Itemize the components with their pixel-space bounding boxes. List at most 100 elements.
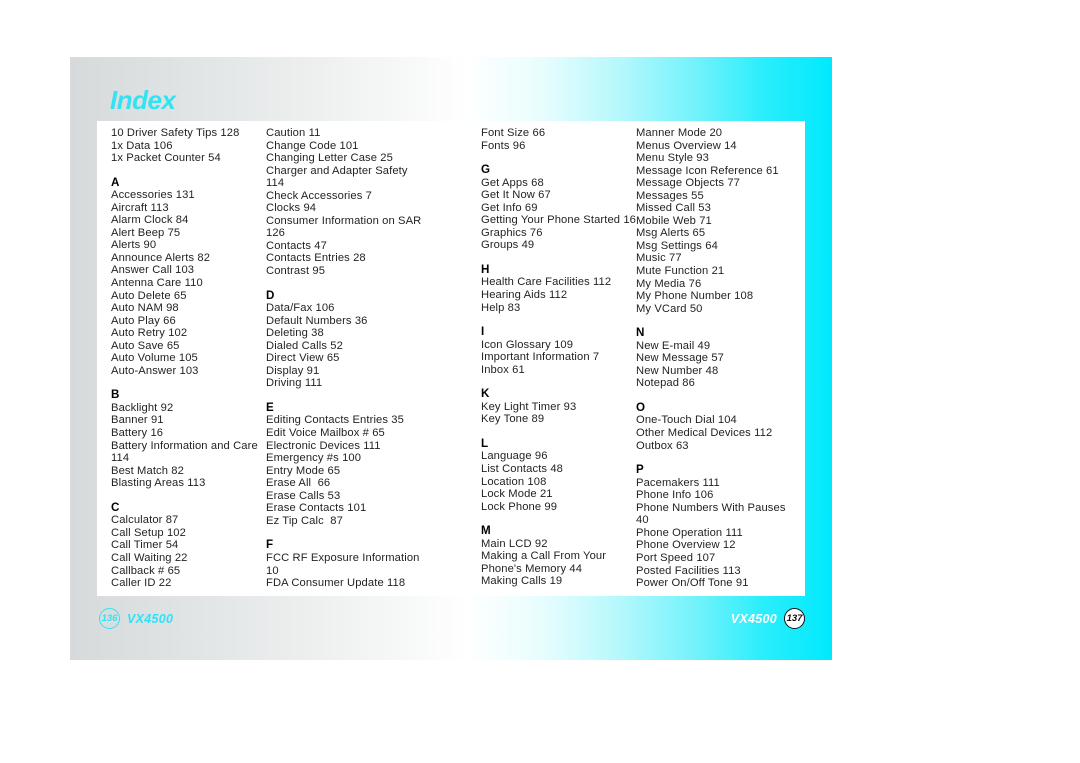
index-entry: Fonts 96	[481, 139, 526, 152]
column-2: Caution 11 Change Code 101 Changing Letter…	[266, 127, 481, 592]
index-entry: Message Icon Reference 61	[636, 164, 779, 177]
footer-right-page: VX4500 137	[731, 608, 805, 629]
index-entry: Lock Mode 21	[481, 488, 553, 501]
index-entry: Auto Delete 65	[111, 289, 187, 302]
index-entry: Change Code 101	[266, 139, 359, 152]
index-entry: Auto NAM 98	[111, 302, 179, 315]
letter-heading-k: K	[481, 387, 490, 401]
index-entry: Making a Call From Your	[481, 550, 607, 563]
index-entry: Phone's Memory 44	[481, 562, 583, 575]
index-entry: Alert Beep 75	[111, 226, 181, 239]
index-entry: Call Setup 102	[111, 526, 186, 539]
index-entry: FDA Consumer Update 118	[266, 577, 406, 590]
index-entry: Phone Overview 12	[636, 539, 736, 552]
index-entry: Changing Letter Case 25	[266, 152, 393, 165]
letter-heading-l: L	[481, 436, 489, 450]
index-entry: Default Numbers 36	[266, 314, 368, 327]
index-entry: Notepad 86	[636, 377, 695, 390]
index-entry: Outbox 63	[636, 439, 689, 452]
index-entry: My Media 76	[636, 277, 702, 290]
index-columns: 10 Driver Safety Tips 128 1x Data 106 1x P…	[111, 127, 801, 592]
index-entry: Graphics 76	[481, 226, 543, 239]
column-3: Font Size 66 Fonts 96 G Get Apps 68 Get It N…	[481, 127, 636, 592]
index-entry: Backlight 92	[111, 401, 174, 414]
index-entry: Inbox 61	[481, 363, 525, 376]
index-entry: Callback # 65	[111, 564, 181, 577]
letter-heading-a: A	[111, 175, 120, 189]
letter-heading-n: N	[636, 326, 645, 340]
column-4: Manner Mode 20 Menus Overview 14 Menu Styl…	[636, 127, 801, 592]
index-entry: Alerts 90	[111, 239, 157, 252]
index-entry: 10 Driver Safety Tips 128	[111, 127, 240, 139]
letter-heading-i: I	[481, 325, 485, 339]
index-entry: Call Waiting 22	[111, 551, 188, 564]
index-entry: Battery 16	[111, 427, 164, 440]
index-entry: Auto Volume 105	[111, 352, 198, 365]
index-entry: Pacemakers 111	[636, 476, 720, 489]
index-entry: Message Objects 77	[636, 177, 740, 190]
index-entry: Antenna Care 110	[111, 277, 203, 290]
index-entry: Emergency #s 100	[266, 452, 362, 465]
letter-heading-h: H	[481, 262, 490, 276]
index-entry: My Phone Number 108	[636, 290, 754, 303]
index-entry: Important Information 7	[481, 351, 600, 364]
index-entry: Caller ID 22	[111, 577, 172, 590]
index-entry: Erase All 66	[266, 477, 331, 490]
index-entry: Main LCD 92	[481, 537, 548, 550]
index-entry: Calculator 87	[111, 514, 179, 527]
index-entry: Consumer Information on SAR	[266, 214, 422, 227]
index-entry: Mute Function 21	[636, 265, 725, 278]
index-entry: List Contacts 48	[481, 463, 564, 476]
footer-left-page: 136 VX4500	[99, 608, 173, 629]
index-entry: Language 96	[481, 450, 548, 463]
index-entry: Menus Overview 14	[636, 139, 737, 152]
index-entry: Edit Voice Mailbox # 65	[266, 427, 385, 440]
index-entry: Contacts Entries 28	[266, 252, 366, 265]
letter-heading-b: B	[111, 388, 120, 402]
index-entry: FCC RF Exposure Information	[266, 551, 420, 564]
index-entry: 1x Packet Counter 54	[111, 152, 221, 165]
index-entry: Clocks 94	[266, 202, 317, 215]
index-entry: Blasting Areas 113	[111, 477, 206, 490]
index-entry: New Number 48	[636, 364, 719, 377]
manual-page-spread: Index 10 Driver Safety Tips 128 1x Data 1…	[70, 57, 832, 660]
index-entry: Erase Calls 53	[266, 489, 341, 502]
model-name-left: VX4500	[127, 611, 174, 626]
index-entry: Messages 55	[636, 189, 704, 202]
index-entry: Menu Style 93	[636, 152, 709, 165]
index-entry: Get Apps 68	[481, 176, 544, 189]
index-entry: New Message 57	[636, 352, 725, 365]
index-entry: Getting Your Phone Started 16	[481, 214, 637, 227]
index-entry: 1x Data 106	[111, 139, 173, 152]
index-entry: Data/Fax 106	[266, 302, 335, 315]
index-entry: My VCard 50	[636, 302, 703, 315]
index-entry: Making Calls 19	[481, 575, 563, 588]
index-entry: Phone Info 106	[636, 489, 714, 502]
index-entry: Banner 91	[111, 414, 164, 427]
page-title: Index	[110, 85, 176, 115]
index-entry: Icon Glossary 109	[481, 338, 574, 351]
index-entry: Auto Save 65	[111, 339, 180, 352]
letter-heading-c: C	[111, 500, 120, 514]
index-entry: Aircraft 113	[111, 201, 169, 214]
index-entry: Hearing Aids 112	[481, 289, 568, 302]
index-entry: 114	[266, 177, 285, 190]
index-entry: Groups 49	[481, 239, 535, 252]
letter-heading-m: M	[481, 524, 491, 538]
index-entry: Mobile Web 71	[636, 214, 712, 227]
index-entry: Other Medical Devices 112	[636, 427, 773, 440]
letter-heading-e: E	[266, 400, 274, 414]
index-entry: Key Light Timer 93	[481, 400, 577, 413]
index-entry: Location 108	[481, 475, 547, 488]
index-entry: One-Touch Dial 104	[636, 414, 737, 427]
index-entry: Missed Call 53	[636, 202, 711, 215]
index-entry: Health Care Facilities 112	[481, 276, 612, 289]
index-entry: Posted Facilities 113	[636, 564, 741, 577]
index-entry: Phone Numbers With Pauses	[636, 501, 786, 514]
index-entry: Editing Contacts Entries 35	[266, 414, 404, 427]
page-number-badge-right: 137	[784, 608, 805, 629]
index-entry: Call Timer 54	[111, 539, 179, 552]
index-entry: Music 77	[636, 252, 682, 265]
index-entry: Help 83	[481, 301, 521, 314]
index-entry: Auto Play 66	[111, 314, 176, 327]
